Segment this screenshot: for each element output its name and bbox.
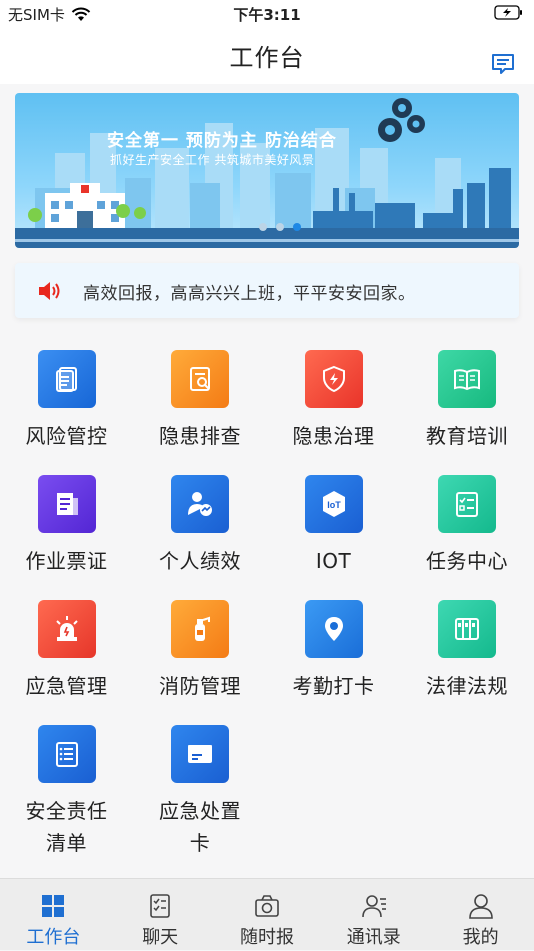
grid-icon xyxy=(42,895,65,917)
grid-item-8[interactable]: 任务中心 xyxy=(401,475,534,577)
grid-item-label: 消防管理 xyxy=(134,670,267,702)
grid-item-label-line: 隐患治理 xyxy=(292,424,375,448)
status-bar: 无SIM卡 下午3:11 xyxy=(0,0,534,26)
tab-label: 我的 xyxy=(462,927,499,948)
grid-item-label: 隐患治理 xyxy=(267,420,400,452)
speaker-icon xyxy=(39,282,60,300)
message-icon[interactable] xyxy=(490,52,516,76)
banner-carousel[interactable]: 安全第一 预防为主 防治结合 抓好生产安全工作 共筑城市美好风景 xyxy=(15,93,519,248)
tab-label: 工作台 xyxy=(26,927,81,948)
tab-label: 随时报 xyxy=(239,927,294,948)
carousel-dot-active[interactable] xyxy=(293,223,301,231)
grid-item-2[interactable]: 隐患排查 xyxy=(134,350,267,452)
grid-item-label: 任务中心 xyxy=(401,545,534,577)
grid-item-1[interactable]: 风险管控 xyxy=(0,350,133,452)
tab-3[interactable]: 随时报 xyxy=(214,879,321,951)
alarm-light-icon[interactable] xyxy=(37,600,96,658)
contacts-icon xyxy=(361,895,386,918)
notice-bar[interactable]: 高效回报，高高兴兴上班，平平安安回家。 xyxy=(15,263,519,318)
tab-label: 聊天 xyxy=(142,927,179,948)
person-chart-icon[interactable] xyxy=(171,475,229,533)
grid-item-label: 应急管理 xyxy=(0,670,133,702)
grid-item-label: 风险管控 xyxy=(0,420,133,452)
shield-icon[interactable] xyxy=(304,350,363,408)
grid-item-label: 法律法规 xyxy=(401,670,534,702)
grid-item-label-line: 应急管理 xyxy=(25,674,108,698)
user-icon xyxy=(468,894,493,919)
grid-item-3[interactable]: 隐患治理 xyxy=(267,350,400,452)
grid-item-14[interactable]: 应急处置卡 xyxy=(134,725,267,859)
document-icon[interactable] xyxy=(37,350,96,408)
iot-icon[interactable]: IoT xyxy=(304,475,363,533)
list-icon[interactable] xyxy=(37,725,96,783)
grid-item-13[interactable]: 安全责任 清单 xyxy=(0,725,133,859)
grid-item-label: 考勤打卡 xyxy=(267,670,400,702)
grid-item-label: 安全责任 清单 xyxy=(0,795,133,859)
carousel-indicator[interactable] xyxy=(259,223,301,231)
fire-extinguisher-icon[interactable] xyxy=(171,600,229,658)
grid-item-5[interactable]: 作业票证 xyxy=(0,475,133,577)
grid-item-label-line: 教育培训 xyxy=(426,424,508,448)
notice-text: 高效回报，高高兴兴上班，平平安安回家。 xyxy=(83,284,416,304)
grid-item-label-line: 法律法规 xyxy=(426,674,508,698)
grid-item-label-line: 消防管理 xyxy=(159,674,241,698)
grid-item-label: 教育培训 xyxy=(401,420,534,452)
chat-list-icon xyxy=(150,894,170,918)
camera-icon xyxy=(255,895,279,917)
grid-item-4[interactable]: 教育培训 xyxy=(401,350,534,452)
grid-item-11[interactable]: 考勤打卡 xyxy=(267,600,400,702)
carousel-dot[interactable] xyxy=(276,223,284,231)
grid-item-label-line: 隐患排查 xyxy=(159,424,241,448)
grid-item-label-line: 安全责任 xyxy=(25,799,108,823)
tab-2[interactable]: 聊天 xyxy=(107,879,214,951)
location-pin-icon[interactable] xyxy=(304,600,363,658)
tab-5[interactable]: 我的 xyxy=(427,879,534,951)
grid-item-label-line: 任务中心 xyxy=(426,549,508,573)
svg-text:IoT: IoT xyxy=(327,500,341,510)
grid-item-6[interactable]: 个人绩效 xyxy=(134,475,267,577)
grid-item-label-line: 个人绩效 xyxy=(159,549,241,573)
grid-item-10[interactable]: 消防管理 xyxy=(134,600,267,702)
search-document-icon[interactable] xyxy=(171,350,229,408)
tab-bar: 工作台 聊天 随时报 通讯录 我的 xyxy=(0,878,534,950)
grid-item-12[interactable]: 法律法规 xyxy=(401,600,534,702)
grid-item-label-line: 作业票证 xyxy=(25,549,108,573)
binders-icon[interactable] xyxy=(438,600,496,658)
grid-item-label-line: 清单 xyxy=(46,831,87,855)
grid-item-label: 作业票证 xyxy=(0,545,133,577)
grid-item-label: 隐患排查 xyxy=(134,420,267,452)
page-title: 工作台 xyxy=(229,44,305,72)
grid-item-9[interactable]: 应急管理 xyxy=(0,600,133,702)
grid-item-label: 个人绩效 xyxy=(134,545,267,577)
status-time: 下午3:11 xyxy=(233,6,301,24)
grid-item-label-line: 考勤打卡 xyxy=(292,674,375,698)
banner-subtitle: 抓好生产安全工作 共筑城市美好风景 xyxy=(110,153,315,167)
grid-item-label-line: 卡 xyxy=(189,831,211,855)
grid-item-label-line: 应急处置 xyxy=(159,799,241,823)
battery-icon xyxy=(494,5,524,24)
grid-item-label: IOT xyxy=(267,545,400,577)
checklist-icon[interactable] xyxy=(438,475,496,533)
grid-item-label-line: 风险管控 xyxy=(25,424,108,448)
tab-label: 通讯录 xyxy=(346,927,401,948)
grid-item-label: 应急处置卡 xyxy=(134,795,267,859)
book-icon[interactable] xyxy=(438,350,496,408)
nav-bar: 工作台 xyxy=(0,26,534,84)
tab-4[interactable]: 通讯录 xyxy=(320,879,427,951)
grid-item-7[interactable]: IoT IOT xyxy=(267,475,400,577)
ticket-icon[interactable] xyxy=(37,475,96,533)
grid-item-label-line: IOT xyxy=(315,549,352,573)
tab-1[interactable]: 工作台 xyxy=(0,879,107,951)
card-icon[interactable] xyxy=(171,725,229,783)
banner-title: 安全第一 预防为主 防治结合 xyxy=(107,131,337,151)
carousel-dot[interactable] xyxy=(259,223,267,231)
